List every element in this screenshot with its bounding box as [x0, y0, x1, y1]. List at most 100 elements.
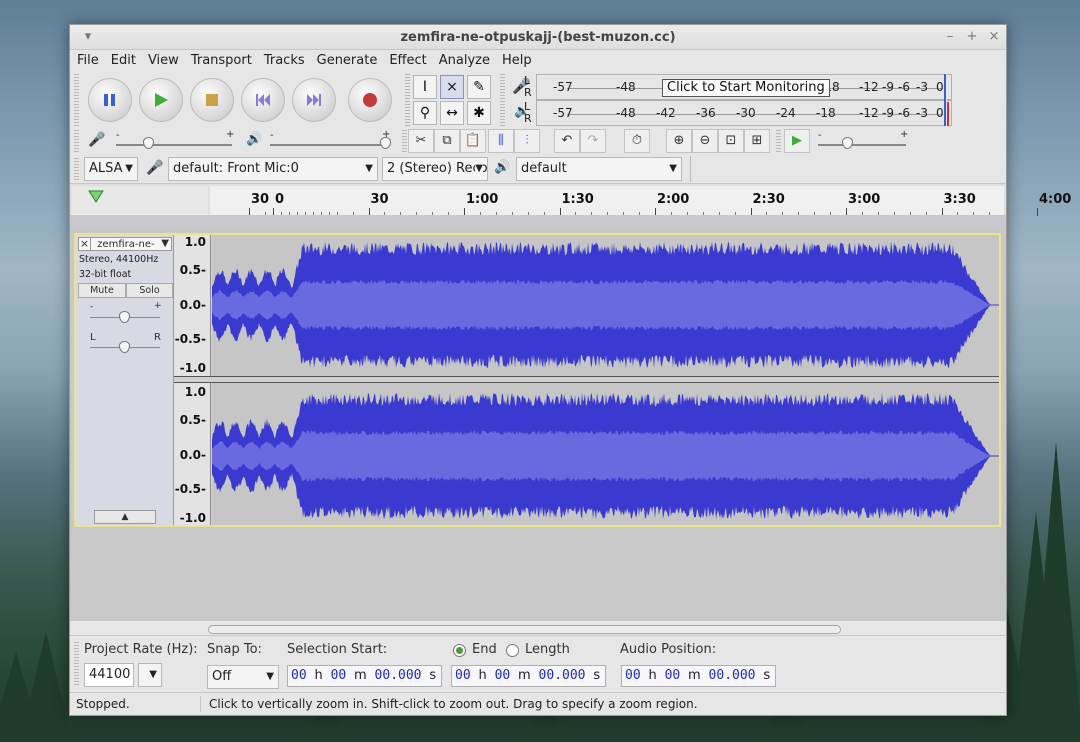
length-label[interactable]: Length: [525, 642, 570, 657]
menu-generate[interactable]: Generate: [310, 50, 383, 68]
input-volume-thumb[interactable]: [143, 137, 154, 149]
selection-grip[interactable]: [74, 642, 79, 686]
audio-track[interactable]: × zemfira-ne- ▼ Stereo, 44100Hz 32-bit f…: [74, 233, 1001, 527]
unit-m: m: [354, 668, 367, 683]
timeline-ruler[interactable]: 30 0 30 1:00 1:30 2:00 2:30 3:00 3:30 4:00: [70, 183, 1071, 226]
skip-to-start-button[interactable]: [241, 78, 285, 122]
collapse-track-button[interactable]: ▲: [94, 510, 156, 524]
scale-label: 1.0: [184, 385, 206, 399]
record-meter[interactable]: L R -57 -48 -18 -12 -9 -6 -3 0 Click to …: [510, 74, 952, 100]
recording-device-mic-icon: 🎤: [146, 160, 164, 176]
end-label[interactable]: End: [472, 642, 497, 657]
output-volume-thumb[interactable]: [380, 137, 391, 149]
close-track-icon[interactable]: ×: [79, 238, 91, 250]
minimize-icon[interactable]: –: [942, 29, 958, 45]
project-rate-input[interactable]: 44100: [84, 663, 134, 687]
menu-transport[interactable]: Transport: [184, 50, 257, 68]
end-radio[interactable]: [453, 644, 466, 657]
silence-button[interactable]: ⫶: [514, 129, 540, 153]
output-volume-speaker-icon: 🔊: [246, 132, 263, 147]
recording-device-select[interactable]: default: Front Mic:0 ▼: [168, 157, 378, 181]
recording-channels-select[interactable]: 2 (Stereo) Reco ▼: [382, 157, 488, 181]
scale-label: 0.5-: [179, 263, 206, 277]
monitoring-tooltip[interactable]: Click to Start Monitoring: [662, 79, 830, 97]
project-rate-dropdown[interactable]: ▼: [138, 663, 162, 687]
mute-button[interactable]: Mute: [78, 283, 126, 298]
menu-effect[interactable]: Effect: [382, 50, 431, 68]
toolbar-grip[interactable]: [74, 74, 79, 126]
mixer-grip[interactable]: [74, 130, 79, 152]
snap-to-select[interactable]: Off ▼: [207, 665, 279, 689]
menu-view[interactable]: View: [141, 50, 184, 68]
redo-button[interactable]: ↷: [580, 129, 606, 153]
fit-project-button[interactable]: ⊞: [744, 129, 770, 153]
project-rate-value: 44100: [89, 667, 131, 682]
stop-button[interactable]: [190, 78, 234, 122]
start-seconds: 00.000: [374, 668, 422, 683]
maximize-icon[interactable]: +: [964, 29, 980, 45]
play-button[interactable]: [139, 78, 183, 122]
pan-thumb[interactable]: [119, 341, 130, 353]
menu-file[interactable]: File: [70, 50, 104, 68]
end-minutes: 00: [494, 668, 511, 683]
selection-start-time[interactable]: 00 h 00 m 00.000 s: [287, 665, 442, 687]
zoom-out-button[interactable]: ⊖: [692, 129, 718, 153]
device-grip[interactable]: [74, 158, 79, 180]
play-speed-thumb[interactable]: [842, 137, 853, 149]
output-volume-slider[interactable]: [270, 144, 388, 146]
selection-end-time[interactable]: 00 h 00 m 00.000 s: [451, 665, 606, 687]
ruler-scale[interactable]: 30 0 30 1:00 1:30 2:00 2:30 3:00 3:30 4:00: [210, 186, 1071, 216]
audio-host-select[interactable]: ALSA ▼: [84, 157, 138, 181]
pin-playhead-icon[interactable]: [86, 188, 106, 206]
audio-host-value: ALSA: [89, 161, 123, 176]
pause-button[interactable]: [88, 78, 132, 122]
title-bar[interactable]: ▾ zemfira-ne-otpuskajj-(best-muzon.cc) –…: [70, 25, 1006, 50]
skip-to-end-button[interactable]: [292, 78, 336, 122]
paste-button[interactable]: 📋: [460, 129, 486, 153]
sync-lock-button[interactable]: ⏱: [624, 129, 650, 153]
unit-s: s: [429, 668, 437, 683]
rec-tick: 0: [936, 80, 944, 94]
audio-position-time[interactable]: 00 h 00 m 00.000 s: [621, 665, 776, 687]
envelope-tool[interactable]: ⨯: [440, 75, 464, 99]
multi-tool[interactable]: ✱: [467, 101, 491, 125]
record-button[interactable]: [348, 78, 392, 122]
menu-edit[interactable]: Edit: [104, 50, 141, 68]
play-at-speed-grip[interactable]: [776, 130, 781, 152]
solo-button[interactable]: Solo: [126, 283, 173, 298]
menu-bar: File Edit View Transport Tracks Generate Effec…: [70, 50, 1006, 72]
zoom-tool[interactable]: ⚲: [413, 101, 437, 125]
length-radio[interactable]: [506, 644, 519, 657]
ruler-label: 1:00: [466, 192, 499, 207]
status-hint: Click to vertically zoom in. Shift-click…: [209, 697, 698, 711]
draw-tool[interactable]: ✎: [467, 75, 491, 99]
menu-help[interactable]: Help: [495, 50, 537, 68]
track-name[interactable]: zemfira-ne-: [94, 239, 154, 250]
track-name-bar[interactable]: × zemfira-ne- ▼: [78, 237, 172, 251]
menu-analyze[interactable]: Analyze: [432, 50, 495, 68]
play-at-speed-button[interactable]: ▶: [784, 129, 810, 153]
playback-meter-right-label: R: [524, 112, 532, 125]
menu-tracks[interactable]: Tracks: [257, 50, 310, 68]
copy-button[interactable]: ⧉: [434, 129, 460, 153]
play-tick: -12: [859, 106, 879, 120]
playback-meter[interactable]: L R -57 -48 -42 -36 -30 -24 -18 -12 -9 -…: [510, 100, 952, 126]
fit-selection-button[interactable]: ⊡: [718, 129, 744, 153]
gain-thumb[interactable]: [119, 311, 130, 323]
tools-grip[interactable]: [405, 74, 410, 126]
input-volume-slider[interactable]: [116, 144, 232, 146]
edit-grip[interactable]: [402, 130, 407, 152]
selection-tool[interactable]: I: [413, 75, 437, 99]
ruler-label: 4:00: [1039, 192, 1072, 207]
zoom-in-button[interactable]: ⊕: [666, 129, 692, 153]
close-icon[interactable]: ×: [986, 29, 1002, 45]
meter-grip[interactable]: [500, 74, 505, 126]
track-menu-chevron-icon[interactable]: ▼: [161, 238, 169, 250]
trim-button[interactable]: ⫼: [488, 129, 514, 153]
cut-button[interactable]: ✂: [408, 129, 434, 153]
play-speed-slider[interactable]: [818, 144, 906, 146]
horizontal-scrollbar[interactable]: [208, 625, 841, 634]
undo-button[interactable]: ↶: [554, 129, 580, 153]
playback-device-select[interactable]: default ▼: [516, 157, 682, 181]
time-shift-tool[interactable]: ↔: [440, 101, 464, 125]
